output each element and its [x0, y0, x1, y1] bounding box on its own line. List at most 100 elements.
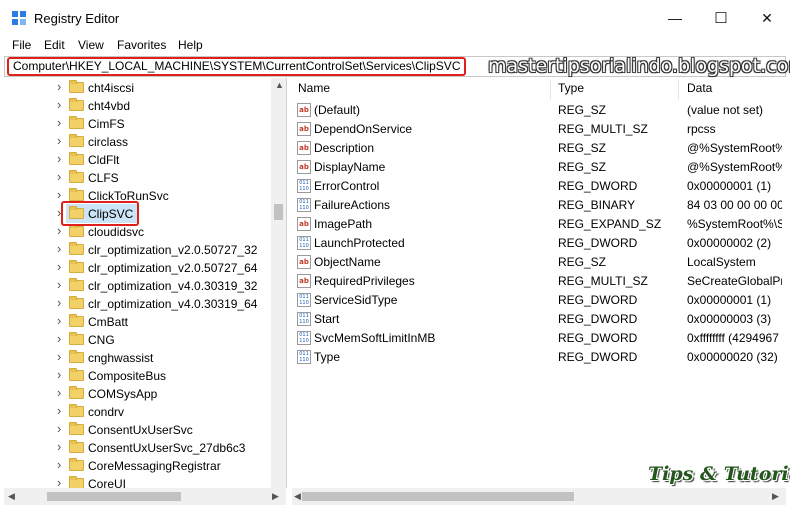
value-row[interactable]: ab ObjectName REG_SZ LocalSystem [292, 253, 782, 272]
value-row[interactable]: 011 110 SvcMemSoftLimitInMB REG_DWORD 0xffff… [292, 329, 782, 348]
tree-scroll-thumb[interactable] [274, 204, 283, 220]
scroll-right-icon[interactable]: ▶ [772, 491, 779, 502]
values-list[interactable]: Name Type Data ab (Default) REG_SZ (value n… [292, 78, 782, 488]
close-button[interactable]: ✕ [744, 0, 790, 36]
tree-item[interactable]: › clr_optimization_v2.0.50727_32 [4, 241, 286, 259]
expand-chevron-icon[interactable]: › [57, 277, 61, 292]
value-row[interactable]: 011 110 Type REG_DWORD 0x00000020 (32) [292, 348, 782, 367]
menu-file[interactable]: File [12, 38, 31, 52]
expand-chevron-icon[interactable]: › [57, 133, 61, 148]
tree-item[interactable]: › CompositeBus [4, 367, 286, 385]
list-hscroll-thumb[interactable] [302, 492, 574, 501]
expand-chevron-icon[interactable]: › [57, 241, 61, 256]
value-row[interactable]: ab DependOnService REG_MULTI_SZ rpcss [292, 120, 782, 139]
folder-icon [69, 332, 84, 345]
expand-chevron-icon[interactable]: › [57, 367, 61, 382]
expand-chevron-icon[interactable]: › [57, 403, 61, 418]
expand-chevron-icon[interactable]: › [57, 79, 61, 94]
maximize-button[interactable]: ☐ [698, 0, 744, 36]
tree-item[interactable]: › cloudidsvc [4, 223, 286, 241]
tree-item[interactable]: › cht4iscsi [4, 79, 286, 97]
tree-item[interactable]: › CLFS [4, 169, 286, 187]
tree-item[interactable]: › COMSysApp [4, 385, 286, 403]
value-row[interactable]: ab RequiredPrivileges REG_MULTI_SZ SeCreate… [292, 272, 782, 291]
scroll-left-icon[interactable]: ◀ [294, 491, 301, 502]
address-path[interactable]: Computer\HKEY_LOCAL_MACHINE\SYSTEM\Curre… [7, 57, 467, 76]
value-row[interactable]: 011 110 Start REG_DWORD 0x00000003 (3) [292, 310, 782, 329]
tree-item[interactable]: › CmBatt [4, 313, 286, 331]
expand-chevron-icon[interactable]: › [57, 475, 61, 488]
tree-item[interactable]: › circlass [4, 133, 286, 151]
scroll-right-icon[interactable]: ▶ [272, 491, 279, 502]
folder-icon [69, 224, 84, 237]
value-row[interactable]: ab (Default) REG_SZ (value not set) [292, 101, 782, 120]
expand-chevron-icon[interactable]: › [57, 457, 61, 472]
tree-item[interactable]: › ClickToRunSvc [4, 187, 286, 205]
column-divider[interactable] [678, 80, 679, 100]
value-row[interactable]: 011 110 ServiceSidType REG_DWORD 0x00000001 … [292, 291, 782, 310]
tree-item[interactable]: › cht4vbd [4, 97, 286, 115]
tree-item[interactable]: › cnghwassist [4, 349, 286, 367]
expand-chevron-icon[interactable]: › [57, 421, 61, 436]
expand-chevron-icon[interactable]: › [57, 169, 61, 184]
column-header-type[interactable]: Type [558, 81, 584, 99]
tree-item[interactable]: › condrv [4, 403, 286, 421]
column-divider[interactable] [550, 80, 551, 100]
column-header-data[interactable]: Data [687, 81, 712, 99]
folder-icon [69, 440, 84, 453]
expand-chevron-icon[interactable]: › [57, 295, 61, 310]
value-row[interactable]: ab Description REG_SZ @%SystemRoot%\ [292, 139, 782, 158]
value-row[interactable]: 011 110 ErrorControl REG_DWORD 0x00000001 (1… [292, 177, 782, 196]
tree-item[interactable]: › clr_optimization_v4.0.30319_32 [4, 277, 286, 295]
column-header-name[interactable]: Name [298, 81, 330, 99]
expand-chevron-icon[interactable]: › [57, 259, 61, 274]
expand-chevron-icon[interactable]: › [57, 223, 61, 238]
expand-chevron-icon[interactable]: › [57, 151, 61, 166]
tree-item[interactable]: › CimFS [4, 115, 286, 133]
folder-icon [69, 458, 84, 471]
tree-item[interactable]: › ClipSVC [4, 201, 286, 226]
expand-chevron-icon[interactable]: › [57, 115, 61, 130]
tree-item[interactable]: › CoreUI [4, 475, 286, 488]
expand-chevron-icon[interactable]: › [57, 313, 61, 328]
tips-tutorial-logo: Tips & Tutorial [648, 463, 790, 485]
tree-item[interactable]: › CNG [4, 331, 286, 349]
value-name: LaunchProtected [314, 236, 405, 250]
value-data: %SystemRoot%\Sy [687, 217, 782, 231]
tree-item[interactable]: › CldFlt [4, 151, 286, 169]
tree-item[interactable]: › clr_optimization_v2.0.50727_64 [4, 259, 286, 277]
tree-item[interactable]: › CoreMessagingRegistrar [4, 457, 286, 475]
tree-vertical-scrollbar[interactable]: ▲ [271, 78, 286, 488]
expand-chevron-icon[interactable]: › [57, 385, 61, 400]
value-row[interactable]: 011 110 LaunchProtected REG_DWORD 0x00000002… [292, 234, 782, 253]
folder-icon [69, 260, 84, 273]
expand-chevron-icon[interactable]: › [57, 349, 61, 364]
scroll-up-icon[interactable]: ▲ [275, 80, 284, 90]
value-row[interactable]: ab DisplayName REG_SZ @%SystemRoot%\ [292, 158, 782, 177]
key-tree[interactable]: › CoreUI › CoreMessagingRegistrar › ConsentUx… [4, 78, 287, 488]
tree-horizontal-scrollbar[interactable]: ◀ ▶ [4, 488, 286, 505]
expand-chevron-icon[interactable]: › [57, 331, 61, 346]
folder-icon [69, 188, 84, 201]
list-horizontal-scrollbar[interactable]: ◀ ▶ [292, 488, 786, 505]
value-row[interactable]: 011 110 FailureActions REG_BINARY 84 03 00 0… [292, 196, 782, 215]
string-value-icon: ab [297, 122, 311, 136]
binary-value-icon: 011 110 [297, 312, 311, 326]
value-type: REG_MULTI_SZ [558, 122, 648, 136]
expand-chevron-icon[interactable]: › [57, 187, 61, 202]
menu-favorites[interactable]: Favorites [117, 38, 166, 52]
tree-hscroll-thumb[interactable] [47, 492, 181, 501]
value-type: REG_DWORD [558, 331, 638, 345]
tree-item[interactable]: › ConsentUxUserSvc [4, 421, 286, 439]
expand-chevron-icon[interactable]: › [57, 97, 61, 112]
scroll-left-icon[interactable]: ◀ [8, 491, 15, 502]
value-row[interactable]: ab ImagePath REG_EXPAND_SZ %SystemRoot%\Sy [292, 215, 782, 234]
menu-help[interactable]: Help [178, 38, 203, 52]
menu-edit[interactable]: Edit [44, 38, 65, 52]
tree-item[interactable]: › clr_optimization_v4.0.30319_64 [4, 295, 286, 313]
tree-item[interactable]: › ConsentUxUserSvc_27db6c3 [4, 439, 286, 457]
value-data: @%SystemRoot%\ [687, 160, 782, 174]
menu-view[interactable]: View [78, 38, 104, 52]
expand-chevron-icon[interactable]: › [57, 439, 61, 454]
minimize-button[interactable]: — [652, 0, 698, 36]
